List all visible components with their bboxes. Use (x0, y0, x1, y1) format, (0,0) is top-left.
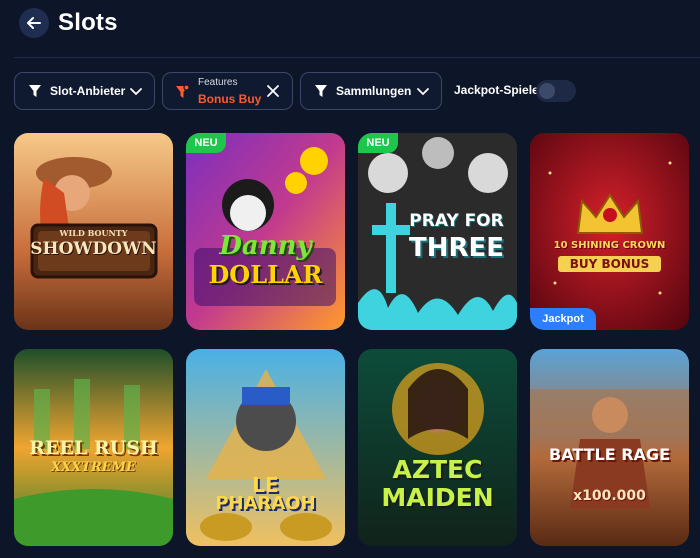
game-tile-aztec-maiden[interactable]: AZTEC MAIDEN (358, 349, 517, 546)
provider-filter-label: Slot-Anbieter (50, 84, 126, 98)
jackpot-toggle[interactable] (536, 80, 576, 102)
features-caption: Features (198, 77, 238, 88)
game-tile-battle-rage[interactable]: BATTLE RAGE x100.000 (530, 349, 689, 546)
features-filter-button[interactable]: Features Bonus Buy (162, 72, 293, 110)
game-title-line1: REEL RUSH (29, 437, 158, 459)
arrow-left-icon (27, 17, 41, 29)
game-title-line2: SHOWDOWN (30, 239, 157, 259)
game-title-line1: PRAY FOR (409, 211, 504, 231)
game-artwork (530, 133, 689, 330)
close-icon[interactable] (266, 84, 280, 98)
header-divider (14, 57, 700, 58)
funnel-icon (315, 85, 327, 97)
game-tile-shining-crown[interactable]: 10 SHINING CROWN BUY BONUS Jackpot (530, 133, 689, 330)
features-icon (176, 84, 190, 98)
game-title-line1: Danny (219, 231, 312, 261)
game-artwork (358, 133, 517, 330)
provider-filter-button[interactable]: Slot-Anbieter (14, 72, 155, 110)
game-title-line1: AZTEC (392, 455, 483, 484)
game-tile-danny-dollar[interactable]: NEU Danny DOLLAR (186, 133, 345, 330)
new-badge: NEU (358, 133, 398, 153)
game-title-line2: PHARAOH (215, 493, 316, 514)
game-artwork (186, 349, 345, 546)
page-title: Slots (58, 9, 118, 36)
game-tile-reel-rush[interactable]: REEL RUSH XXXTREME (14, 349, 173, 546)
new-badge: NEU (186, 133, 226, 153)
game-tile-wild-bounty-showdown[interactable]: WILD BOUNTY SHOWDOWN (14, 133, 173, 330)
game-title-line2: XXXTREME (51, 460, 136, 475)
funnel-icon (29, 85, 41, 97)
jackpot-toggle-label: Jackpot-Spiele (454, 83, 539, 97)
game-title-line1: 10 SHINING CROWN (553, 240, 666, 251)
game-title-line1: LE (252, 473, 279, 497)
game-title-line2: BUY BONUS (558, 256, 661, 272)
features-selected-value: Bonus Buy (198, 92, 262, 106)
collections-filter-label: Sammlungen (336, 84, 412, 98)
game-tile-le-pharaoh[interactable]: LE PHARAOH (186, 349, 345, 546)
jackpot-badge: Jackpot (530, 308, 596, 330)
chevron-down-icon (417, 88, 429, 96)
chevron-down-icon (130, 88, 142, 96)
game-title-line1: WILD BOUNTY (59, 228, 128, 238)
game-title-line2: THREE (408, 233, 505, 263)
game-artwork (358, 349, 517, 546)
game-title-line2: x100.000 (573, 488, 646, 504)
toggle-knob (539, 83, 555, 99)
back-button[interactable] (19, 8, 49, 38)
game-title-line2: DOLLAR (208, 260, 323, 289)
page-header: Slots (0, 0, 700, 58)
game-title-line2: MAIDEN (381, 483, 494, 512)
collections-filter-button[interactable]: Sammlungen (300, 72, 442, 110)
game-title-line1: BATTLE RAGE (549, 445, 670, 464)
game-tile-pray-for-three[interactable]: NEU PRAY FOR THREE (358, 133, 517, 330)
